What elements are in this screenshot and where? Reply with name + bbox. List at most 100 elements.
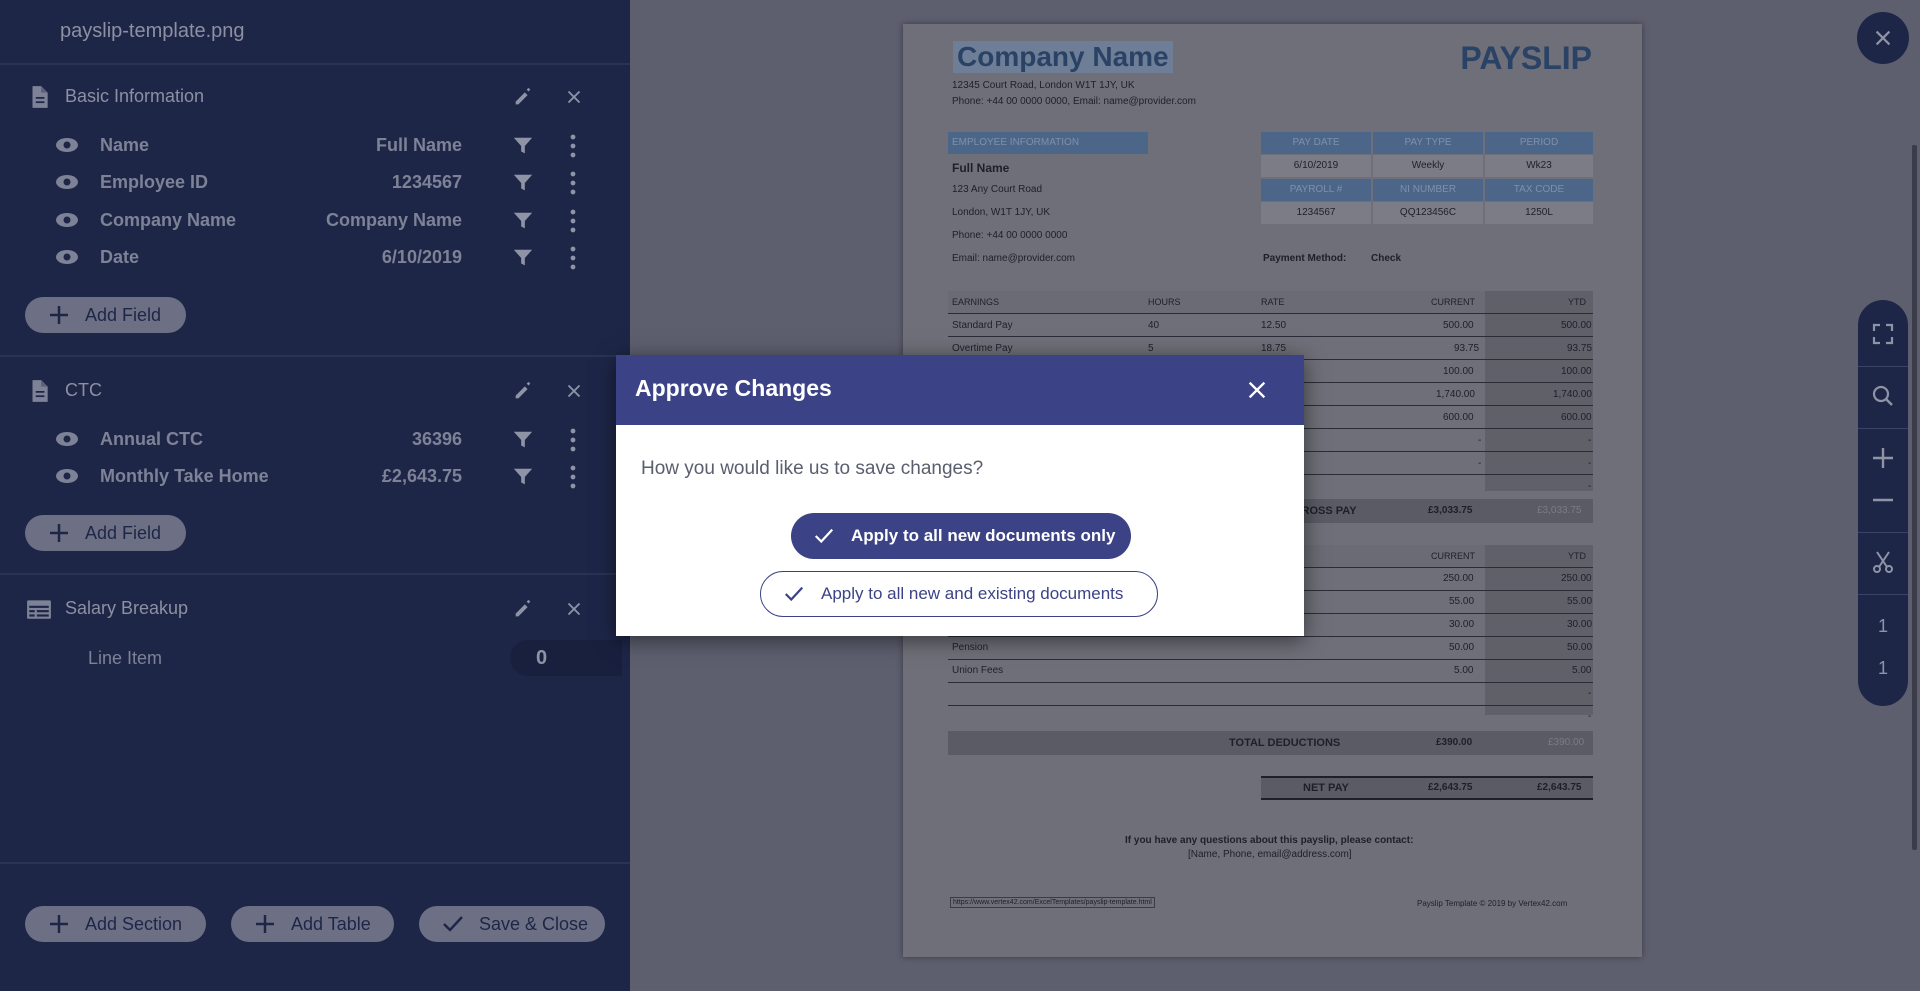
doc-net-ytd: £2,643.75 xyxy=(1537,782,1582,793)
line-item-input[interactable]: 0 xyxy=(510,640,622,676)
section-header-salary-breakup[interactable]: Salary Breakup xyxy=(0,588,630,628)
doc-ded-ytd: 30.00 xyxy=(1567,619,1593,630)
doc-row-line xyxy=(948,636,1593,637)
doc-total-ded-ytd: £390.00 xyxy=(1548,737,1585,748)
pencil-icon[interactable] xyxy=(512,380,534,402)
doc-period-header: PERIOD xyxy=(1485,132,1593,154)
doc-dash: - xyxy=(1478,458,1482,469)
eye-icon[interactable] xyxy=(55,211,79,229)
add-table-button[interactable]: Add Table xyxy=(231,906,394,942)
filter-icon[interactable] xyxy=(512,135,534,157)
doc-earn-ytd: 600.00 xyxy=(1561,412,1592,423)
section-header-ctc[interactable]: CTC xyxy=(0,370,630,410)
more-icon[interactable] xyxy=(565,245,581,271)
scissors-icon[interactable] xyxy=(1871,550,1895,574)
doc-earnings-header: EARNINGS xyxy=(952,297,1000,307)
doc-contact: Phone: +44 00 0000 0000, Email: name@pro… xyxy=(952,96,1196,107)
field-row-company-name[interactable]: Company Name Company Name xyxy=(0,202,630,239)
pencil-icon[interactable] xyxy=(512,598,534,620)
doc-pay-date-header: PAY DATE xyxy=(1261,132,1371,154)
doc-ded-current: 250.00 xyxy=(1443,573,1474,584)
doc-earn-hours: 5 xyxy=(1148,343,1154,354)
zoom-in-icon[interactable] xyxy=(1871,446,1895,470)
apply-new-only-button[interactable]: Apply to all new documents only xyxy=(791,513,1131,559)
filter-icon[interactable] xyxy=(512,247,534,269)
doc-tax: 1250L xyxy=(1485,202,1593,224)
dialog-title: Approve Changes xyxy=(635,375,832,401)
more-icon[interactable] xyxy=(565,133,581,159)
field-name: Name xyxy=(100,135,150,155)
field-row-name[interactable]: Name Full Name xyxy=(0,127,630,164)
doc-ded-ytd: 250.00 xyxy=(1561,573,1592,584)
doc-ded-name: Union Fees xyxy=(952,665,1004,676)
doc-gross-ytd: £3,033.75 xyxy=(1537,505,1582,516)
doc-payroll-header: PAYROLL # xyxy=(1261,179,1371,201)
doc-earn-ytd: 500.00 xyxy=(1561,320,1592,331)
doc-ded-current: 30.00 xyxy=(1449,619,1475,630)
doc-ytd-column xyxy=(1485,545,1593,715)
add-field-button[interactable]: Add Field xyxy=(25,515,186,551)
toolbar-divider xyxy=(1858,532,1908,533)
add-section-button[interactable]: Add Section xyxy=(25,906,206,942)
doc-earn-ytd: 1,740.00 xyxy=(1553,389,1592,400)
more-icon[interactable] xyxy=(565,170,581,196)
search-icon[interactable] xyxy=(1871,384,1895,408)
filter-icon[interactable] xyxy=(512,172,534,194)
doc-row-line xyxy=(948,313,1593,314)
close-icon[interactable] xyxy=(563,380,585,402)
apply-new-only-label: Apply to all new documents only xyxy=(851,526,1116,545)
section-title: Salary Breakup xyxy=(65,598,189,618)
filter-icon[interactable] xyxy=(512,466,534,488)
field-value: £2,643.75 xyxy=(381,466,462,486)
doc-footer-copy: Payslip Template © 2019 by Vertex42.com xyxy=(1417,899,1568,908)
doc-ded-ytd-header: YTD xyxy=(1568,551,1586,561)
plus-icon xyxy=(50,915,68,933)
field-name: Date xyxy=(100,247,140,267)
fullscreen-icon[interactable] xyxy=(1871,322,1895,346)
doc-earn-current: 600.00 xyxy=(1443,412,1474,423)
field-row-annual-ctc[interactable]: Annual CTC 36396 xyxy=(0,421,630,458)
eye-icon[interactable] xyxy=(55,136,79,154)
close-icon[interactable] xyxy=(1246,379,1268,401)
close-icon[interactable] xyxy=(563,598,585,620)
close-icon[interactable] xyxy=(563,86,585,108)
doc-ni: QQ123456C xyxy=(1373,202,1483,224)
close-viewer-button[interactable] xyxy=(1857,12,1909,64)
doc-earn-ytd: 93.75 xyxy=(1567,343,1593,354)
eye-icon[interactable] xyxy=(55,430,79,448)
more-icon[interactable] xyxy=(565,464,581,490)
doc-ded-ytd: 5.00 xyxy=(1572,665,1592,676)
doc-row-line xyxy=(948,336,1593,337)
page-total: 1 xyxy=(1877,658,1888,678)
doc-ded-current: 5.00 xyxy=(1454,665,1474,676)
save-close-button[interactable]: Save & Close xyxy=(419,906,605,942)
divider xyxy=(0,63,630,65)
viewer-toolbar: 1 1 xyxy=(1858,300,1908,706)
plus-icon xyxy=(50,306,68,324)
more-icon[interactable] xyxy=(565,208,581,234)
field-row-date[interactable]: Date 6/10/2019 xyxy=(0,239,630,276)
add-field-button[interactable]: Add Field xyxy=(25,297,186,333)
doc-pay-type-header: PAY TYPE xyxy=(1373,132,1483,154)
eye-icon[interactable] xyxy=(55,467,79,485)
section-header-basic-information[interactable]: Basic Information xyxy=(0,76,630,116)
doc-emp-phone: Phone: +44 00 0000 0000 xyxy=(952,230,1068,241)
field-row-monthly-take-home[interactable]: Monthly Take Home £2,643.75 xyxy=(0,458,630,495)
eye-icon[interactable] xyxy=(55,173,79,191)
check-icon xyxy=(784,586,804,602)
more-icon[interactable] xyxy=(565,427,581,453)
doc-payroll: 1234567 xyxy=(1261,202,1371,224)
doc-earn-rate: 18.75 xyxy=(1261,343,1287,354)
pencil-icon[interactable] xyxy=(512,86,534,108)
filter-icon[interactable] xyxy=(512,210,534,232)
filter-icon[interactable] xyxy=(512,429,534,451)
zoom-out-icon[interactable] xyxy=(1871,488,1895,512)
apply-all-button[interactable]: Apply to all new and existing documents xyxy=(760,571,1158,617)
scrollbar[interactable] xyxy=(1912,145,1917,850)
eye-icon[interactable] xyxy=(55,248,79,266)
doc-dash: - xyxy=(1588,435,1592,446)
field-row-employee-id[interactable]: Employee ID 1234567 xyxy=(0,164,630,201)
doc-dash: - xyxy=(1588,458,1592,469)
plus-icon xyxy=(256,915,274,933)
doc-ded-current: 50.00 xyxy=(1449,642,1475,653)
